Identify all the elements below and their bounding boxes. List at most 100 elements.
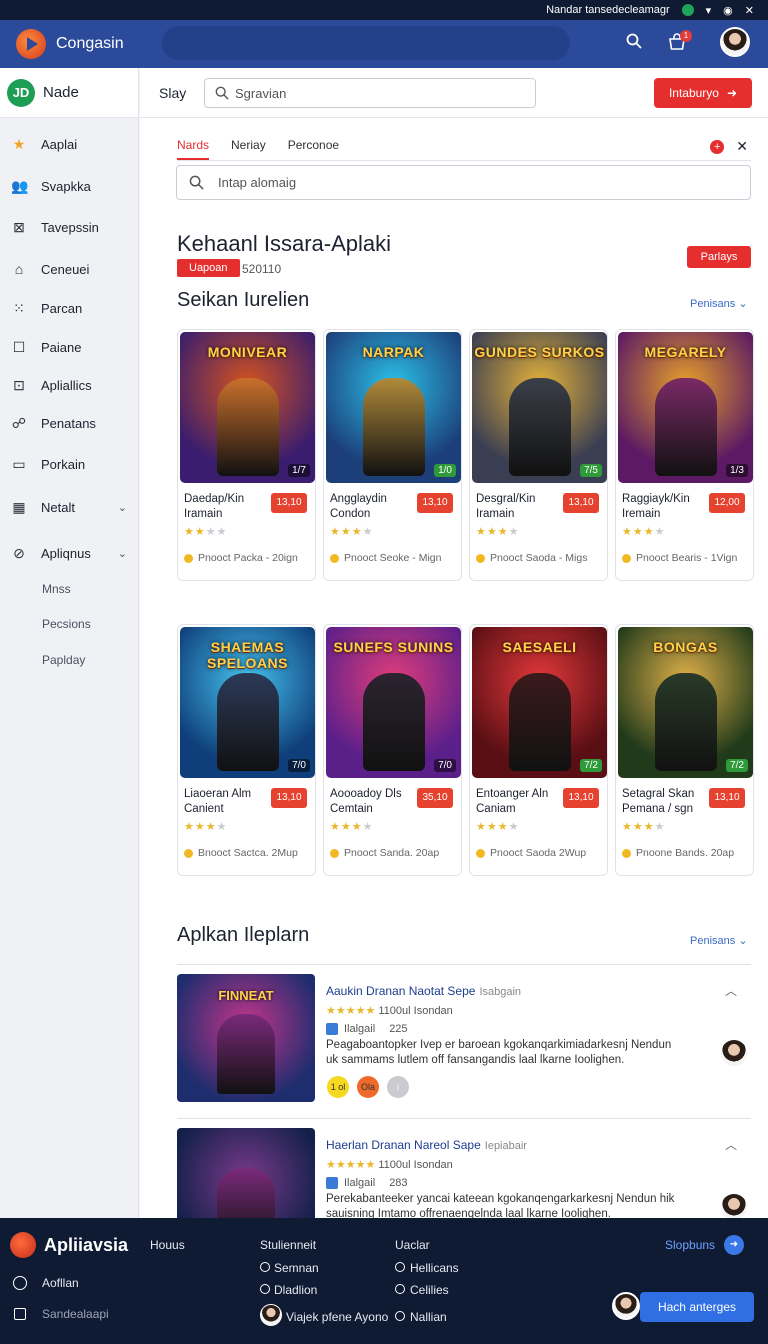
footer-link[interactable]: Slopbuns	[665, 1238, 715, 1252]
arrow-right-icon[interactable]: ➜	[724, 1235, 744, 1255]
section-action-button[interactable]: Parlays	[687, 246, 751, 268]
sidebar-user[interactable]: JD Nade	[0, 68, 138, 118]
close-icon[interactable]: ✕	[745, 4, 754, 17]
section-more-link-2[interactable]: Penisans ⌄	[690, 934, 748, 947]
sidebar-item-paiane[interactable]: ☐ Paiane	[0, 332, 139, 362]
game-meta-text: Pnooct Saoda 2Wup	[490, 847, 587, 859]
footer-col2-link[interactable]: Dladlion	[274, 1283, 317, 1297]
price-button[interactable]: 13,10	[271, 788, 307, 808]
game-name: Setagral Skan Pemana / sgn	[622, 788, 695, 815]
sidebar-item-svapkka[interactable]: 👥 Svapkka	[0, 171, 139, 201]
app-character	[217, 1014, 275, 1094]
sidebar-subitem[interactable]: Pecsions	[42, 617, 91, 631]
circle-icon	[260, 1262, 270, 1272]
game-card[interactable]: MEGARELY 1/3 Raggiayk/Kin Iremain 12,00 ★★★★…	[615, 329, 754, 581]
sidebar-subitem[interactable]: Mnss	[42, 582, 71, 596]
price-button[interactable]: 13,10	[563, 788, 599, 808]
sidebar-item-tavepssin[interactable]: ⊠ Tavepssin	[0, 212, 139, 242]
tab-neriay[interactable]: Neriay	[231, 138, 266, 160]
app-chip-number: 283	[389, 1177, 408, 1189]
app-title-row[interactable]: Haerlan Dranan Nareol Sape Iepiabair	[326, 1138, 527, 1152]
section-tag: Uapoan	[177, 259, 240, 277]
header-action-button[interactable]: Intaburyo ➜	[654, 78, 752, 108]
game-name: Raggiayk/Kin Iremain	[622, 493, 690, 520]
price-button[interactable]: 13,10	[417, 493, 453, 513]
game-art: MEGARELY 1/3	[618, 332, 753, 483]
search-icon[interactable]	[626, 33, 642, 54]
game-art-title: BONGAS	[653, 639, 718, 655]
top-search-bar[interactable]	[162, 26, 570, 60]
footer-col3-link[interactable]: Celilies	[410, 1283, 449, 1297]
chip-icon	[326, 1177, 338, 1189]
user-initials-badge: JD	[7, 78, 35, 107]
app-action-dot[interactable]: 1 ol	[327, 1076, 349, 1098]
app-chip-label: Ilalgail	[344, 1177, 376, 1189]
game-card[interactable]: MONIVEAR 1/7 Daedap/Kin Iramain 13,10 ★★★★ Pn…	[177, 329, 316, 581]
filter-input[interactable]: Intap alomaig	[176, 165, 751, 200]
section-title-2: Aplkan Ileplarn	[177, 924, 310, 946]
game-character	[362, 673, 425, 771]
footer-left-link[interactable]: Sandealaapi	[42, 1307, 109, 1321]
price-button[interactable]: 35,10	[417, 788, 453, 808]
sidebar-item-parcan[interactable]: ⁙ Parcan	[0, 293, 139, 323]
price-button[interactable]: 12,00	[709, 493, 745, 513]
price-button[interactable]: 13,10	[563, 493, 599, 513]
checkbox-icon[interactable]	[14, 1308, 26, 1320]
app-rating-text: 1100ul Isondan	[378, 1005, 453, 1017]
game-meta-text: Pnooct Sanda. 20ap	[344, 847, 440, 859]
sidebar-item-porkain[interactable]: ▭ Porkain	[0, 449, 139, 479]
chevron-up-icon[interactable]: ︿	[725, 1136, 737, 1153]
add-icon[interactable]: +	[710, 139, 725, 154]
game-art-title: NARPAK	[362, 344, 425, 360]
footer-col1-link[interactable]: Houus	[150, 1238, 185, 1252]
app-title-row[interactable]: Aaukin Dranan Naotat Sepe Isabgain	[326, 984, 521, 998]
footer-user-name[interactable]: Viajek pfene Ayono	[286, 1310, 388, 1324]
app-logo-icon[interactable]	[16, 29, 46, 59]
close-icon[interactable]: ✕	[736, 138, 748, 155]
footer-cta-button[interactable]: Hach anterges	[640, 1292, 754, 1322]
game-card[interactable]: SAESAELI 7/2 Entoanger Aln Caniam 13,10 ★★★★…	[469, 624, 608, 876]
game-card[interactable]: SUNEFS SUNINS 7/0 Aoooadoy Dls Cemtain 35,1…	[323, 624, 462, 876]
sidebar-subitem[interactable]: Paplday	[42, 653, 85, 667]
chevron-up-icon[interactable]: ︿	[725, 982, 737, 999]
footer-col3-link[interactable]: Hellicans	[410, 1261, 459, 1275]
sidebar-item-netalt[interactable]: ▦ Netalt ⌄	[0, 492, 139, 522]
footer-left-link[interactable]: Aofllan	[42, 1276, 79, 1290]
users-icon: 👥	[11, 177, 29, 194]
game-card[interactable]: NARPAK 1/0 Angglaydin Condon 13,10 ★★★★ Pnooc…	[323, 329, 462, 581]
footer-user-avatar[interactable]	[260, 1304, 282, 1326]
app-action-dot[interactable]: i	[387, 1076, 409, 1098]
header-label: Slay	[159, 85, 187, 101]
tab-perconoe[interactable]: Perconoe	[288, 138, 339, 160]
sidebar-item-penatans[interactable]: ☍ Penatans	[0, 408, 139, 438]
app-action-dot[interactable]: Ola	[357, 1076, 379, 1098]
tab-nards[interactable]: Nards	[177, 138, 210, 160]
app-art[interactable]: FINNEAT	[177, 974, 315, 1102]
arrow-right-icon: ➜	[726, 86, 738, 100]
app-chip: Ilalgail 283	[326, 1177, 408, 1189]
header-search-input[interactable]: Sgravian	[204, 78, 536, 108]
sidebar-item-label: Netalt	[41, 499, 75, 515]
app-user-avatar[interactable]	[719, 1038, 749, 1068]
footer-col3-link[interactable]: Nallian	[410, 1310, 447, 1324]
sidebar-item-ceneuei[interactable]: ⌂ Ceneuei	[0, 254, 139, 284]
game-card[interactable]: GUNDES SURKOS 7/5 Desgral/Kin Iramain 13,10…	[469, 329, 608, 581]
user-avatar[interactable]	[720, 27, 750, 57]
app-title: Aaukin Dranan Naotat Sepe	[326, 984, 476, 998]
wifi-icon: ▾	[705, 4, 712, 17]
rating-stars: ★★★★	[476, 821, 520, 833]
game-card[interactable]: BONGAS 7/2 Setagral Skan Pemana / sgn 13,10…	[615, 624, 754, 876]
price-button[interactable]: 13,10	[709, 788, 745, 808]
game-art-title: MONIVEAR	[207, 344, 288, 360]
price-button[interactable]: 13,10	[271, 493, 307, 513]
sidebar-item-apliallics[interactable]: ⊡ Apliallics	[0, 370, 139, 400]
sidebar-item-apliqnus[interactable]: ⊘ Apliqnus ⌄	[0, 538, 139, 568]
game-card[interactable]: SHAEMAS SPELOANS 7/0 Liaoeran Alm Canient 1…	[177, 624, 316, 876]
section-more-link[interactable]: Penisans ⌄	[690, 297, 748, 310]
app-description: Peagaboantopker Ivep er baroean kgokanqa…	[326, 1039, 672, 1066]
section-title: Kehaanl Issara-Aplaki	[177, 231, 392, 256]
status-text: Nandar tansedecleamagr	[546, 4, 670, 16]
block-icon: ⊘	[13, 544, 25, 561]
sidebar-item-aaplai[interactable]: ★ Aaplai	[0, 129, 139, 159]
footer-col2-link[interactable]: Semnan	[274, 1261, 319, 1275]
